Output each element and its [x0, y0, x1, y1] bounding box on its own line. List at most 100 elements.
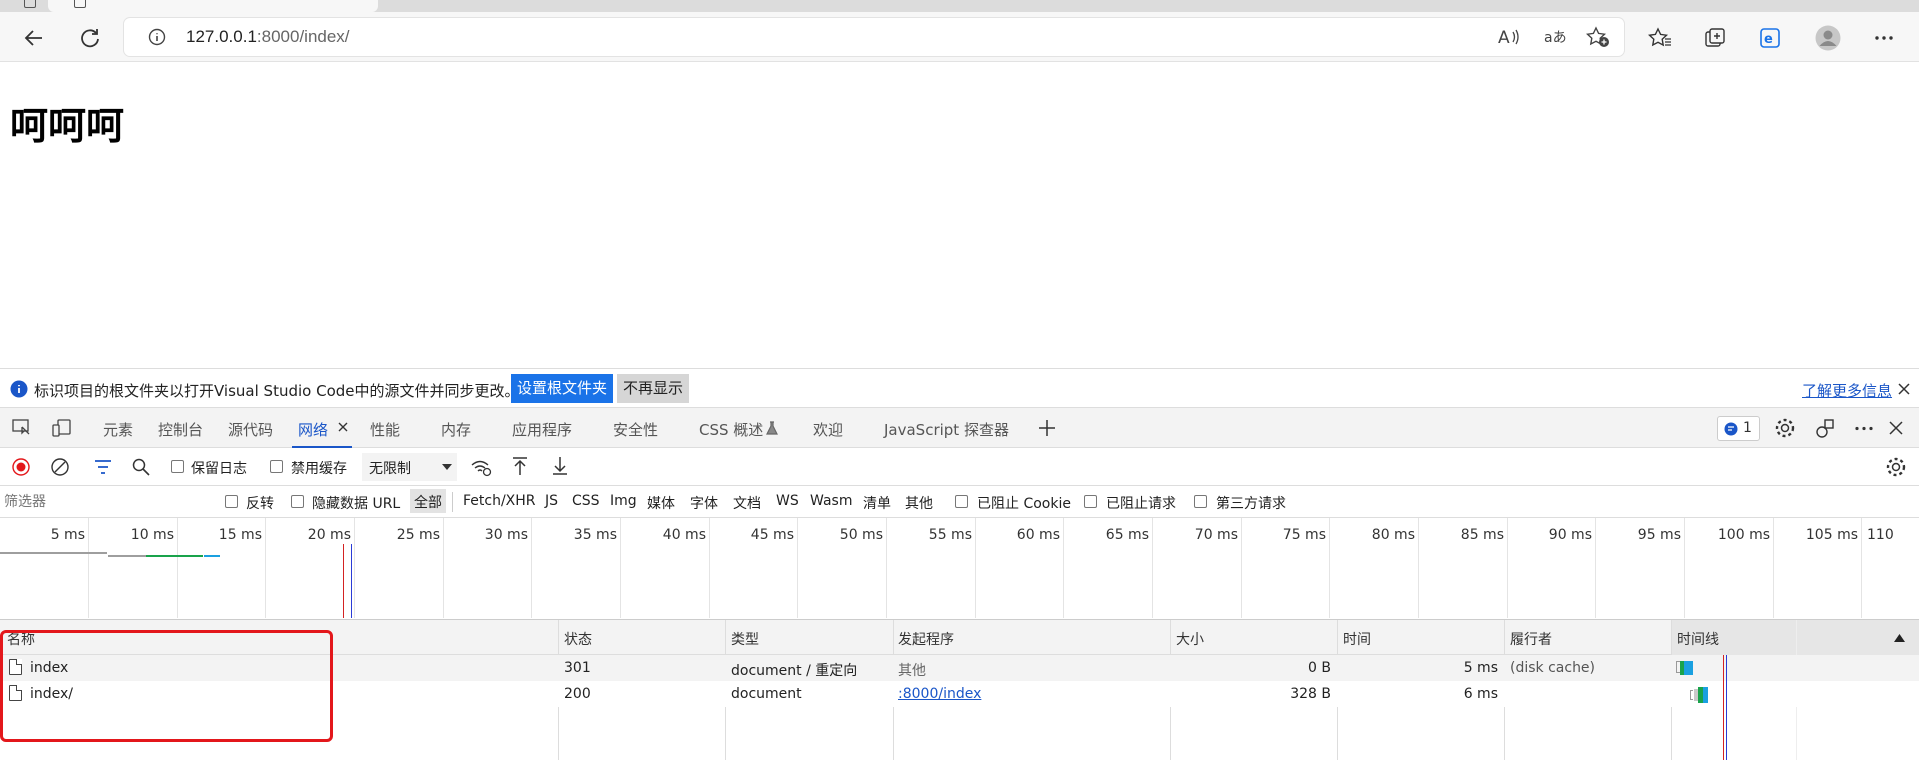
tab-network[interactable]: 网络 [298, 419, 328, 440]
filter-type-all[interactable]: 全部 [410, 489, 446, 513]
tab-welcome[interactable]: 欢迎 [813, 419, 843, 440]
filter-type-ws[interactable]: WS [776, 493, 799, 509]
filter-type-js[interactable]: JS [545, 493, 558, 509]
tick-label: 75 ms [1282, 527, 1326, 543]
close-devtools-icon[interactable] [1889, 421, 1903, 435]
browser-toolbar: 127.0.0.1:8000/index/ A aあ e [0, 12, 1919, 62]
column-header-fulfilled-by[interactable]: 履行者 [1510, 629, 1552, 649]
collections-icon [1705, 28, 1725, 47]
filter-type-font[interactable]: 字体 [690, 493, 718, 513]
collections-button[interactable] [1697, 20, 1733, 56]
more-dots-icon [1875, 36, 1893, 40]
blocked-cookies-checkbox[interactable] [955, 495, 968, 508]
tab-security[interactable]: 安全性 [613, 419, 658, 440]
translate-icon[interactable]: aあ [1544, 27, 1568, 47]
timeline-overview[interactable]: 5 ms 10 ms 15 ms 20 ms 25 ms 30 ms 35 ms… [0, 518, 1919, 620]
load-event-line [343, 544, 344, 618]
inspect-element-icon[interactable] [12, 419, 32, 437]
row-status: 301 [564, 660, 591, 676]
blocked-requests-checkbox[interactable] [1084, 495, 1097, 508]
column-header-size[interactable]: 大小 [1176, 629, 1204, 649]
row-type: document [731, 686, 802, 702]
browser-tab[interactable] [48, 0, 378, 12]
tab-memory[interactable]: 内存 [441, 419, 471, 440]
add-tab-icon[interactable] [1037, 418, 1057, 438]
tab-console[interactable]: 控制台 [158, 419, 203, 440]
invert-label: 反转 [246, 496, 274, 512]
column-header-initiator[interactable]: 发起程序 [898, 629, 954, 649]
tab-application[interactable]: 应用程序 [512, 419, 572, 440]
device-emulation-icon[interactable] [52, 418, 72, 438]
add-favorite-icon[interactable] [1586, 26, 1610, 48]
close-tab-icon[interactable] [338, 422, 348, 432]
row-fulfilled-by: (disk cache) [1510, 660, 1596, 676]
address-bar[interactable]: 127.0.0.1:8000/index/ A aあ [124, 18, 1624, 56]
tab-css-overview[interactable]: CSS 概述 [699, 419, 763, 440]
row-initiator-link[interactable]: :8000/index [898, 686, 981, 702]
info-circle-icon [10, 380, 28, 398]
more-menu-button[interactable] [1866, 20, 1902, 56]
tab-favicon-icon [74, 0, 86, 8]
overview-bar [204, 555, 220, 557]
tick-label: 105 ms [1805, 527, 1858, 543]
info-icon[interactable] [148, 28, 166, 46]
column-header-type[interactable]: 类型 [731, 629, 759, 649]
tick-line [1063, 518, 1064, 618]
read-aloud-icon[interactable]: A [1498, 27, 1520, 47]
column-header-status[interactable]: 状态 [564, 629, 592, 649]
blocked-cookies-label: 已阻止 Cookie [977, 496, 1071, 512]
hide-data-urls-checkbox[interactable] [291, 495, 304, 508]
profile-button[interactable] [1810, 20, 1846, 56]
refresh-button[interactable] [72, 20, 108, 56]
tick-line [1861, 518, 1862, 618]
search-icon[interactable] [132, 458, 150, 476]
dont-show-again-button[interactable]: 不再显示 [617, 374, 690, 403]
edge-devtools-icon: e [1760, 28, 1780, 48]
filter-type-manifest[interactable]: 清单 [863, 493, 891, 513]
issues-count: 1 [1743, 420, 1752, 436]
tab-elements[interactable]: 元素 [103, 419, 133, 440]
learn-more-link[interactable]: 了解更多信息 [1802, 380, 1892, 401]
filter-type-img[interactable]: Img [610, 493, 637, 509]
throttle-select[interactable]: 无限制 [362, 453, 457, 481]
tab-performance[interactable]: 性能 [370, 419, 400, 440]
record-stop-icon[interactable] [12, 458, 30, 476]
tab-sources[interactable]: 源代码 [228, 419, 273, 440]
tick-label: 70 ms [1194, 527, 1238, 543]
tab-javascript-profiler[interactable]: JavaScript 探查器 [884, 419, 1009, 440]
favorites-button[interactable] [1642, 20, 1678, 56]
url-text[interactable]: 127.0.0.1:8000/index/ [186, 27, 350, 47]
devtools-edge-button[interactable]: e [1752, 20, 1788, 56]
filter-input[interactable] [4, 490, 204, 513]
filter-type-other[interactable]: 其他 [905, 493, 933, 513]
filter-type-doc[interactable]: 文档 [733, 493, 761, 513]
back-button[interactable] [16, 20, 52, 56]
filter-type-fetch-xhr[interactable]: Fetch/XHR [463, 493, 536, 509]
invert-checkbox[interactable] [225, 495, 238, 508]
workspaces-icon[interactable] [24, 0, 36, 8]
set-root-folder-button[interactable]: 设置根文件夹 [511, 374, 614, 403]
disable-cache-checkbox[interactable] [270, 460, 283, 473]
issues-badge[interactable]: 1 [1717, 416, 1760, 441]
network-settings-icon[interactable] [1885, 456, 1907, 478]
sort-ascending-icon[interactable] [1894, 634, 1905, 642]
close-icon[interactable] [1897, 382, 1911, 396]
filter-type-wasm[interactable]: Wasm [810, 493, 852, 509]
customize-icon[interactable] [1814, 417, 1836, 439]
filter-icon[interactable] [94, 459, 112, 475]
column-header-waterfall[interactable]: 时间线 [1677, 629, 1719, 649]
svg-text:aあ: aあ [1544, 30, 1567, 46]
filter-type-media[interactable]: 媒体 [647, 493, 675, 513]
network-conditions-icon[interactable] [470, 457, 492, 477]
clear-icon[interactable] [51, 458, 69, 476]
export-har-icon[interactable] [552, 456, 568, 476]
import-har-icon[interactable] [512, 456, 528, 476]
disable-cache-label: 禁用缓存 [291, 461, 347, 477]
filter-type-css[interactable]: CSS [572, 493, 600, 509]
domcontentloaded-line [351, 544, 352, 618]
third-party-checkbox[interactable] [1194, 495, 1207, 508]
column-header-time[interactable]: 时间 [1343, 629, 1371, 649]
more-options-icon[interactable] [1854, 426, 1874, 431]
settings-icon[interactable] [1774, 417, 1796, 439]
preserve-log-checkbox[interactable] [171, 460, 184, 473]
